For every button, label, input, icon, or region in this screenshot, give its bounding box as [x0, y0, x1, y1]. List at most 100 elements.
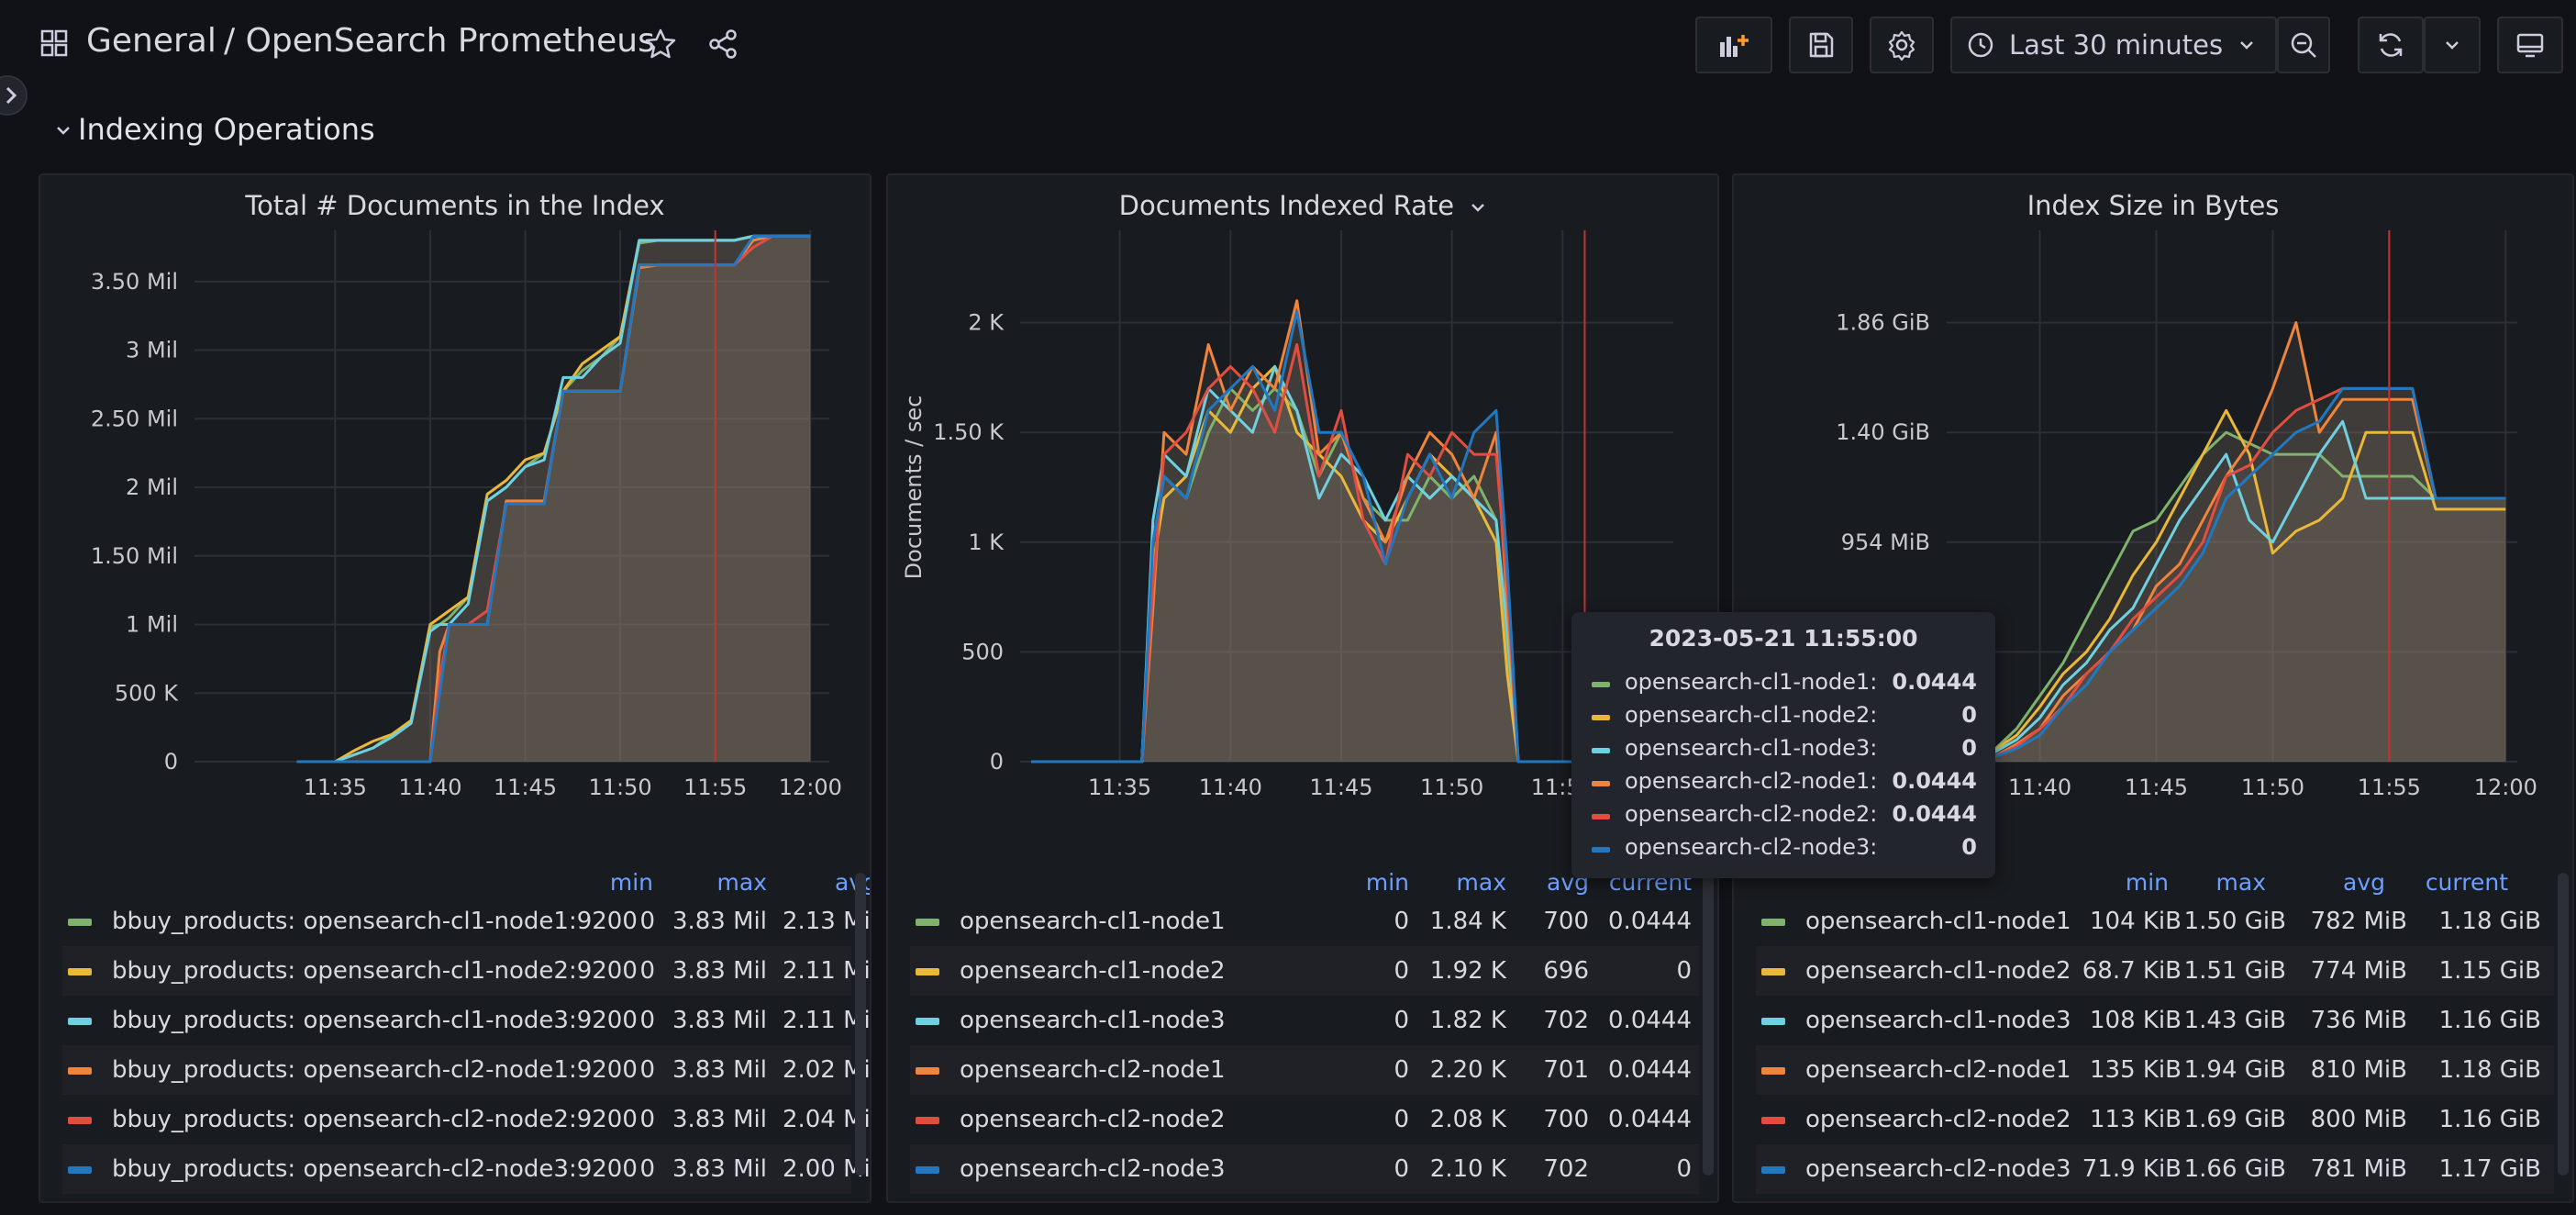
series-color-swatch	[916, 1166, 939, 1174]
add-panel-icon	[1720, 35, 1749, 57]
series-color-swatch	[68, 968, 92, 975]
legend-series-name: opensearch-cl1-node1	[960, 908, 1226, 935]
page-title[interactable]: / OpenSearch Prometheus	[224, 22, 655, 60]
series-color-swatch	[68, 1018, 92, 1025]
tooltip-time: 2023-05-21 11:55:00	[1649, 625, 1918, 652]
legend-row[interactable]: bbuy_products: opensearch-cl2-node2:9200…	[62, 1095, 870, 1144]
legend-series-name: opensearch-cl2-node1	[1805, 1056, 2071, 1084]
series-color-swatch	[1592, 781, 1610, 786]
legend-scrollbar[interactable]	[2558, 873, 2569, 1176]
series-color-swatch	[68, 1117, 92, 1124]
legend-row[interactable]: opensearch-cl1-node2 0 1.92 K 696 0	[910, 946, 1699, 996]
dashboard-header: General / OpenSearch Prometheus Last 30 …	[0, 0, 2576, 92]
series-color-swatch	[1761, 1166, 1785, 1174]
panel-total-documents: Total # Documents in the Index 0 500 K 1 M…	[39, 173, 872, 1203]
legend-row[interactable]: opensearch-cl1-node1 0 1.84 K 700 0.0444	[910, 897, 1699, 946]
series-color-swatch	[1761, 1117, 1785, 1124]
legend-avg-value: 2.04 Mil	[782, 1106, 872, 1133]
legend-row[interactable]: bbuy_products: opensearch-cl1-node3:9200…	[62, 996, 870, 1045]
legend-avg-value: 810 MiB	[2310, 1056, 2407, 1084]
tooltip-row: opensearch-cl2-node2: 0.0444	[1592, 801, 1977, 834]
y-tick-label: 1.40 GiB	[1836, 419, 1930, 445]
tooltip-series-value: 0	[1961, 702, 1977, 728]
legend-row[interactable]: bbuy_products: opensearch-cl1-node2:9200…	[62, 946, 870, 996]
legend-row[interactable]: opensearch-cl2-node1 135 KiB 1.94 GiB 810 M…	[1756, 1045, 2554, 1095]
add-panel-button[interactable]	[1695, 17, 1772, 73]
tooltip-series-name: opensearch-cl1-node2:	[1625, 702, 1878, 728]
legend-row[interactable]: opensearch-cl2-node2 113 KiB 1.69 GiB 800 M…	[1756, 1095, 2554, 1144]
time-range-label: Last 30 minutes	[2009, 29, 2224, 61]
breadcrumb-folder[interactable]: General	[86, 22, 217, 60]
legend-current-value: 0	[1676, 957, 1692, 985]
series-color-swatch	[1592, 814, 1610, 819]
legend-row[interactable]: opensearch-cl2-node2 0 2.08 K 700 0.0444	[910, 1095, 1699, 1144]
legend-row[interactable]: opensearch-cl2-node3 71.9 KiB 1.66 GiB 781 …	[1756, 1144, 2554, 1194]
tooltip-row: opensearch-cl1-node1: 0.0444	[1592, 669, 1977, 702]
save-dashboard-button[interactable]	[1789, 17, 1853, 73]
total-documents-chart[interactable]: 0 500 K 1 Mil 1.50 Mil 2 Mil 2.50 Mil 3 Mil 3.5…	[40, 230, 872, 864]
share-icon[interactable]	[706, 28, 739, 61]
legend-row[interactable]: opensearch-cl1-node2 68.7 KiB 1.51 GiB 774 …	[1756, 946, 2554, 996]
zoom-out-icon	[2291, 32, 2316, 58]
legend-row[interactable]: opensearch-cl1-node1 104 KiB 1.50 GiB 782 M…	[1756, 897, 2554, 946]
legend-current-value: 1.18 GiB	[2438, 908, 2541, 935]
legend-avg-value: 781 MiB	[2310, 1155, 2407, 1183]
legend-series-name: opensearch-cl1-node1	[1805, 908, 2071, 935]
dashboards-grid-icon[interactable]	[40, 29, 68, 57]
panel-title[interactable]: Total # Documents in the Index	[40, 190, 870, 221]
tooltip-series-value: 0	[1961, 735, 1977, 761]
legend-series-name: opensearch-cl1-node2	[1805, 957, 2071, 985]
x-tick-label: 11:50	[589, 775, 652, 800]
row-title[interactable]: Indexing Operations	[78, 112, 375, 147]
series-color-swatch	[1761, 968, 1785, 975]
legend-row[interactable]: opensearch-cl1-node3 108 KiB 1.43 GiB 736 M…	[1756, 996, 2554, 1045]
panel-title[interactable]: Index Size in Bytes	[1734, 190, 2572, 221]
x-tick-label: 11:50	[2241, 775, 2304, 800]
x-tick-label: 11:55	[2358, 775, 2421, 800]
legend-current-value: 1.16 GiB	[2438, 1007, 2541, 1034]
series-color-swatch	[68, 1067, 92, 1075]
view-mode-button[interactable]	[2497, 17, 2563, 73]
legend-row[interactable]: bbuy_products: opensearch-cl1-node1:9200…	[62, 897, 870, 946]
series-color-swatch	[68, 919, 92, 926]
legend-series-name: opensearch-cl2-node3	[960, 1155, 1226, 1183]
tooltip-series-value: 0	[1961, 834, 1977, 860]
x-tick-label: 11:45	[1309, 775, 1372, 800]
tooltip-row: opensearch-cl2-node1: 0.0444	[1592, 768, 1977, 801]
zoom-out-button[interactable]	[2277, 17, 2330, 73]
dashboard-settings-button[interactable]	[1870, 17, 1934, 73]
legend-scrollbar[interactable]	[1703, 873, 1714, 1176]
legend-avg-value: 2.13 Mil	[782, 908, 872, 935]
y-tick-label: 3.50 Mil	[91, 269, 178, 295]
panel-title[interactable]: Documents Indexed Rate	[888, 190, 1717, 221]
legend-current-value: 0.0444	[1608, 1007, 1692, 1034]
chevron-down-icon	[2446, 41, 2459, 50]
x-tick-label: 11:35	[1088, 775, 1151, 800]
x-tick-label: 12:00	[2474, 775, 2537, 800]
refresh-interval-button[interactable]	[2424, 17, 2481, 73]
legend-series-name: opensearch-cl2-node1	[960, 1056, 1226, 1084]
tooltip-series-name: opensearch-cl2-node1:	[1625, 768, 1878, 794]
y-tick-label: 1 K	[968, 529, 1005, 555]
tooltip-series-name: opensearch-cl1-node1:	[1625, 669, 1878, 695]
legend-row[interactable]: bbuy_products: opensearch-cl2-node1:9200…	[62, 1045, 870, 1095]
legend-row[interactable]: opensearch-cl2-node3 0 2.10 K 702 0	[910, 1144, 1699, 1194]
y-tick-label: 1.86 GiB	[1836, 310, 1930, 336]
legend-avg-value: 2.00 Mil	[782, 1155, 872, 1183]
x-tick-label: 11:40	[1199, 775, 1262, 800]
legend-current-value: 1.16 GiB	[2438, 1106, 2541, 1133]
refresh-button[interactable]	[2358, 17, 2424, 73]
time-range-picker[interactable]: Last 30 minutes	[1950, 17, 2277, 73]
legend-series-name: opensearch-cl2-node2	[960, 1106, 1226, 1133]
y-tick-label: 0	[164, 749, 178, 775]
legend-row[interactable]: opensearch-cl1-node3 0 1.82 K 702 0.0444	[910, 996, 1699, 1045]
chevron-down-icon	[2240, 41, 2254, 50]
legend-series-name: opensearch-cl2-node3	[1805, 1155, 2071, 1183]
star-icon[interactable]	[644, 28, 677, 61]
legend-row[interactable]: opensearch-cl2-node1 0 2.20 K 701 0.0444	[910, 1045, 1699, 1095]
series-area	[296, 236, 811, 762]
y-tick-label: 1.50 K	[933, 419, 1005, 445]
legend-scrollbar[interactable]	[855, 873, 866, 1176]
row-collapse-chevron-icon[interactable]	[55, 125, 72, 138]
legend-row[interactable]: bbuy_products: opensearch-cl2-node3:9200…	[62, 1144, 870, 1194]
